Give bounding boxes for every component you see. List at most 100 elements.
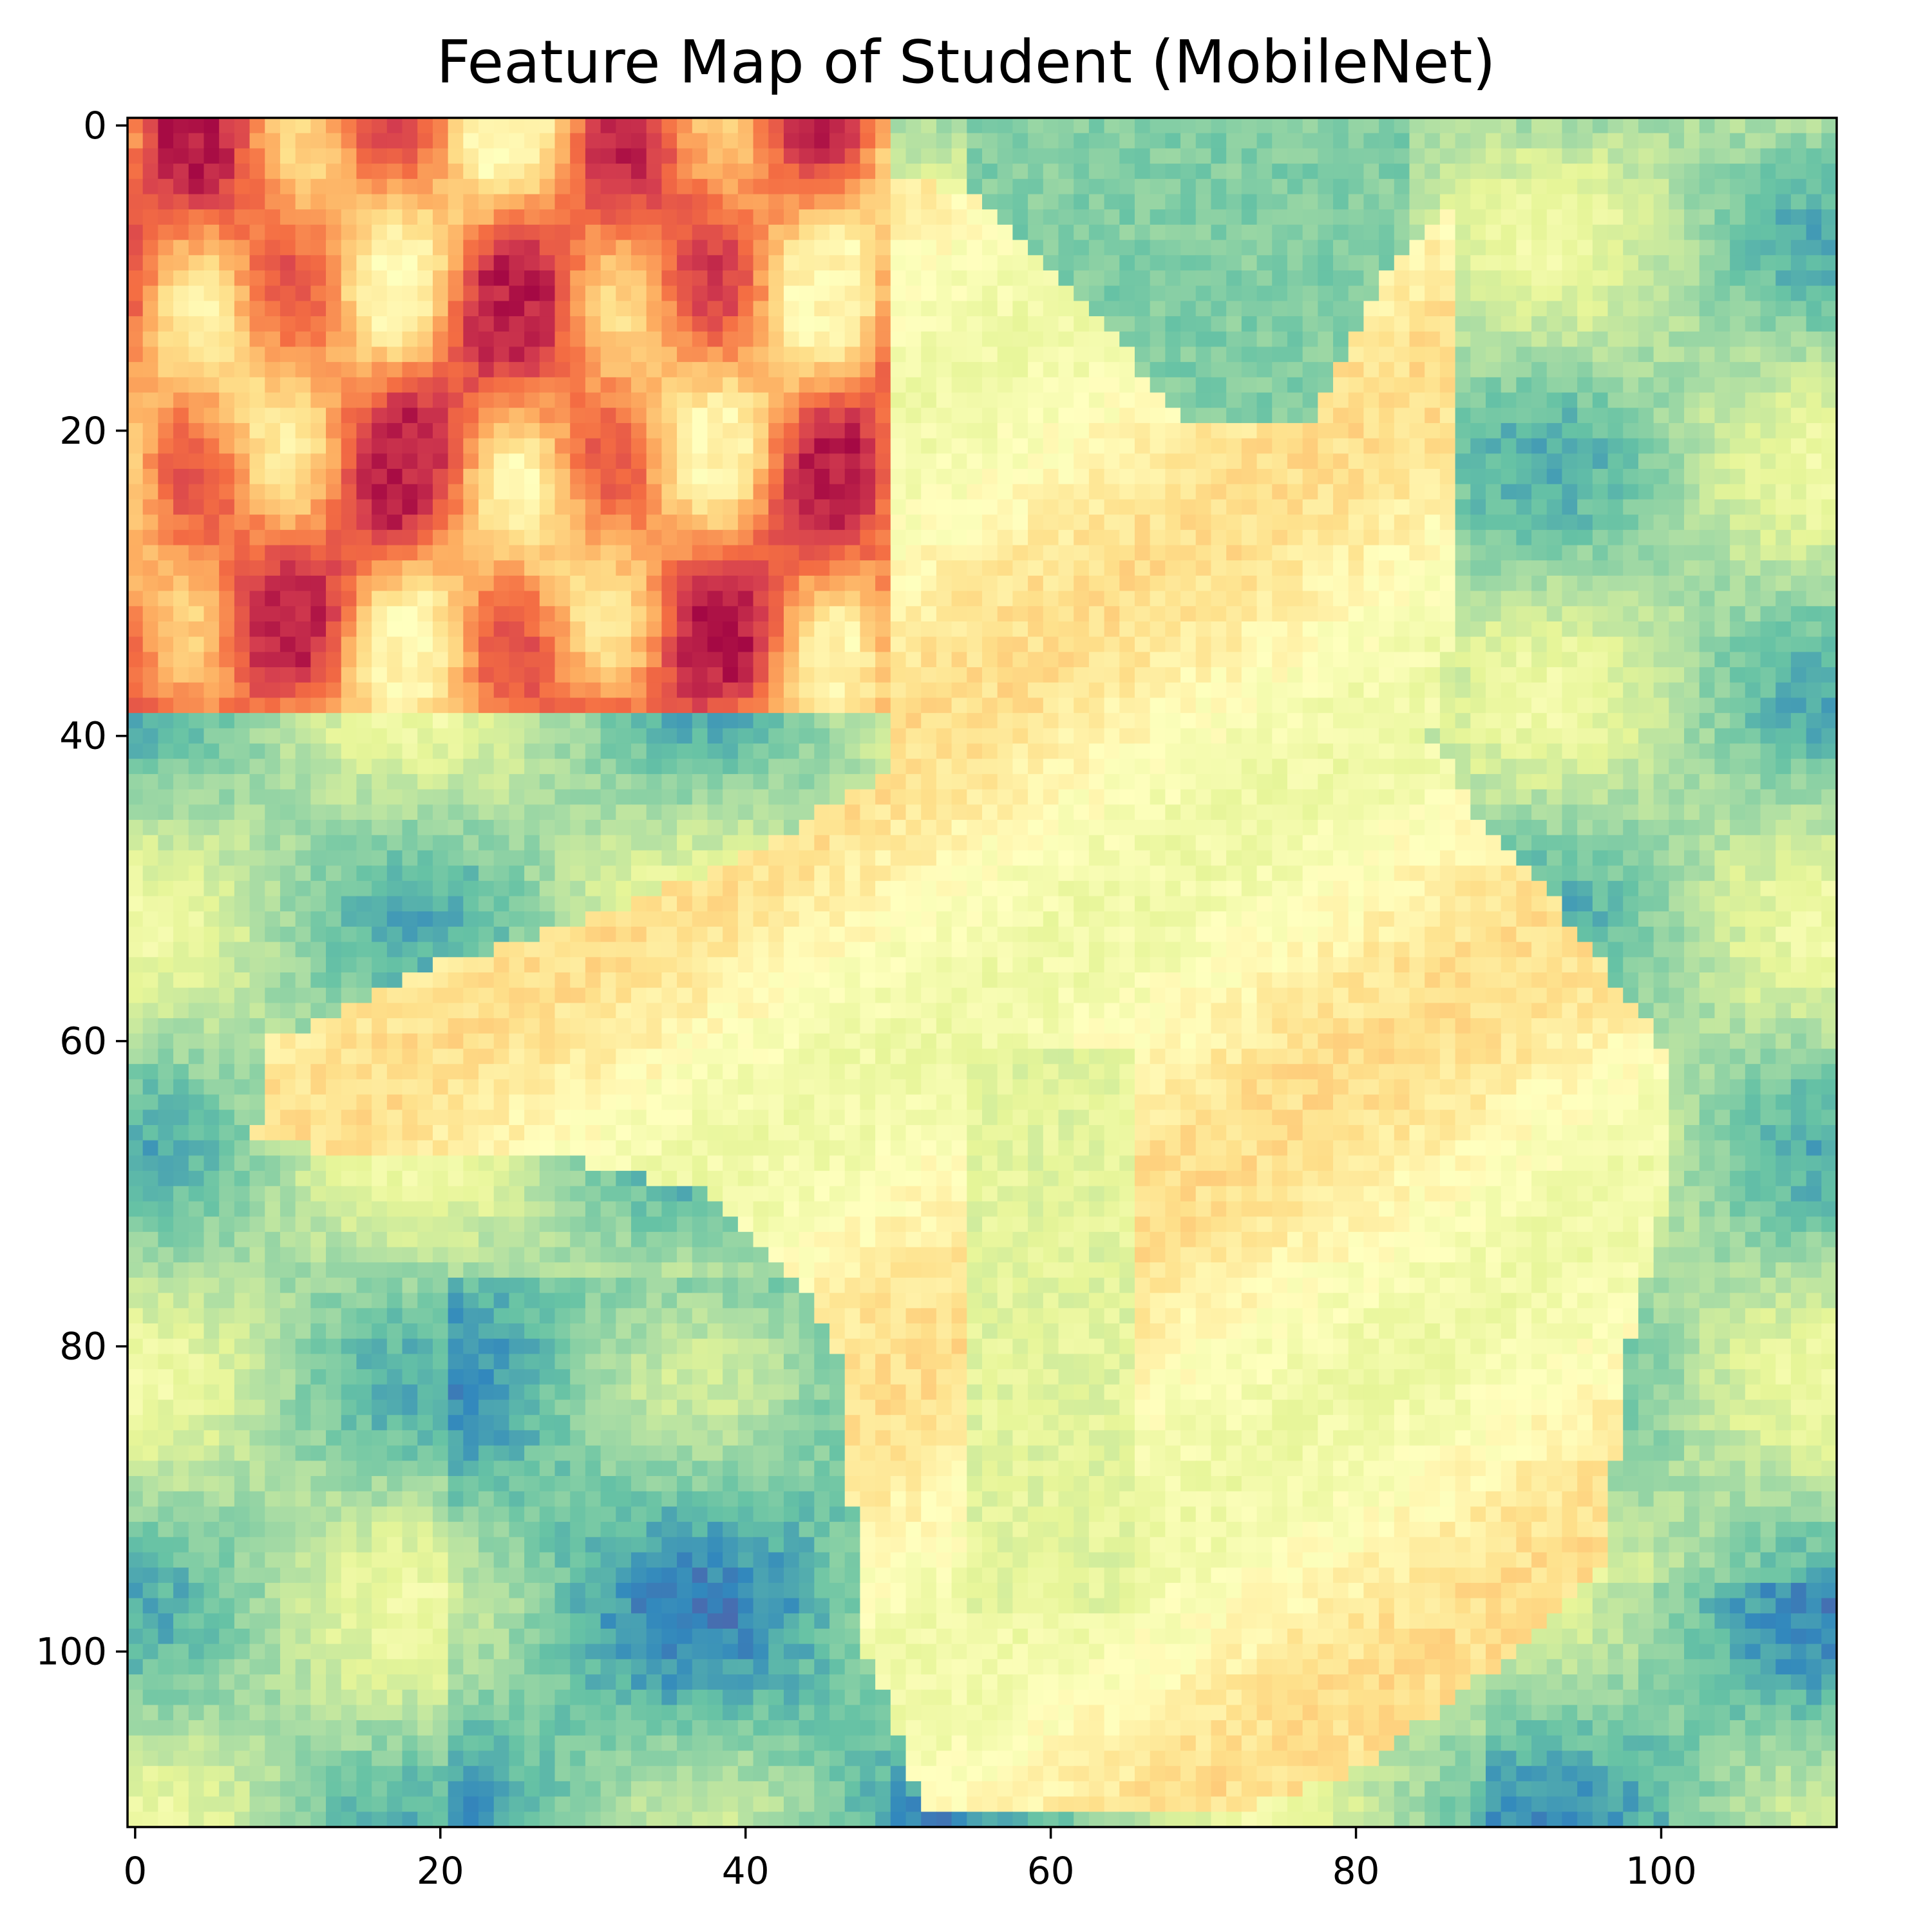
heatmap-cell <box>1256 515 1273 531</box>
heatmap-cell <box>463 499 479 515</box>
heatmap-cell <box>1256 346 1273 363</box>
heatmap-cell <box>1043 545 1059 561</box>
heatmap-cell <box>493 789 510 805</box>
heatmap-cell <box>554 178 571 195</box>
heatmap-cell <box>1134 422 1151 439</box>
heatmap-cell <box>1165 453 1181 469</box>
heatmap-cell <box>386 499 403 515</box>
heatmap-cell <box>875 515 891 531</box>
heatmap-cell <box>493 346 510 363</box>
heatmap-cell <box>1653 316 1669 332</box>
heatmap-cell <box>463 697 479 714</box>
heatmap-cell <box>158 301 174 317</box>
heatmap-cell <box>493 759 510 775</box>
heatmap-cell <box>1790 453 1807 469</box>
heatmap-cell <box>1272 224 1288 241</box>
heatmap-cell <box>799 224 815 241</box>
heatmap-cell <box>142 194 158 210</box>
heatmap-cell <box>905 133 922 149</box>
heatmap-cell <box>1272 636 1288 652</box>
heatmap-cell <box>1790 621 1807 638</box>
heatmap-cell <box>630 422 647 439</box>
heatmap-cell <box>1318 346 1334 363</box>
heatmap-cell <box>554 301 571 317</box>
heatmap-cell <box>1745 621 1761 638</box>
heatmap-cell <box>982 224 998 241</box>
heatmap-cell <box>1348 713 1365 729</box>
heatmap-cell <box>188 133 205 149</box>
heatmap-cell <box>204 209 220 225</box>
heatmap-cell <box>753 499 769 515</box>
heatmap-cell <box>1501 621 1517 638</box>
heatmap-cell <box>982 713 998 729</box>
heatmap-cell <box>768 270 784 287</box>
heatmap-cell <box>1287 316 1303 332</box>
heatmap-cell <box>692 606 708 622</box>
heatmap-cell <box>997 301 1013 317</box>
heatmap-cell <box>1699 270 1716 287</box>
heatmap-cell <box>1028 529 1044 546</box>
heatmap-cell <box>448 743 464 759</box>
heatmap-cell <box>432 667 449 683</box>
heatmap-cell <box>723 362 739 378</box>
heatmap-cell <box>1318 194 1334 210</box>
heatmap-cell <box>448 515 464 531</box>
heatmap-cell <box>768 515 784 531</box>
heatmap-cell <box>509 148 525 164</box>
heatmap-cell <box>875 164 891 180</box>
heatmap-cell <box>158 469 174 485</box>
heatmap-cell <box>1195 453 1212 469</box>
heatmap-cell <box>142 453 158 469</box>
heatmap-cell <box>1333 652 1349 668</box>
heatmap-cell <box>142 362 158 378</box>
heatmap-cell <box>661 392 677 408</box>
heatmap-cell <box>814 408 830 424</box>
heatmap-cell <box>1318 362 1334 378</box>
heatmap-cell <box>646 682 662 699</box>
heatmap-cell <box>1043 270 1059 287</box>
heatmap-cell <box>1455 301 1471 317</box>
heatmap-cell <box>1394 133 1410 149</box>
heatmap-cell <box>356 545 372 561</box>
heatmap-cell <box>1180 148 1197 164</box>
heatmap-cell <box>967 728 983 744</box>
heatmap-cell <box>1638 285 1654 301</box>
heatmap-cell <box>1043 453 1059 469</box>
heatmap-cell <box>1302 682 1318 699</box>
heatmap-cell <box>1379 469 1395 485</box>
heatmap-cell <box>829 773 846 790</box>
heatmap-cell <box>982 606 998 622</box>
heatmap-cell <box>128 194 144 210</box>
heatmap-cell <box>570 469 586 485</box>
heatmap-cell <box>1394 682 1410 699</box>
heatmap-cell <box>1256 392 1273 408</box>
heatmap-cell <box>1455 270 1471 287</box>
heatmap-cell <box>402 545 418 561</box>
heatmap-cell <box>386 728 403 744</box>
heatmap-cell <box>509 164 525 180</box>
heatmap-cell <box>1531 743 1548 759</box>
heatmap-cell <box>234 713 251 729</box>
heatmap-cell <box>1745 469 1761 485</box>
heatmap-cell <box>1119 133 1135 149</box>
heatmap-cell <box>1333 453 1349 469</box>
heatmap-cell <box>249 362 265 378</box>
heatmap-cell <box>1028 178 1044 195</box>
heatmap-cell <box>936 529 952 546</box>
heatmap-cell <box>554 377 571 393</box>
heatmap-cell <box>249 682 265 699</box>
heatmap-cell <box>905 255 922 271</box>
heatmap-cell <box>860 591 876 607</box>
heatmap-cell <box>417 285 433 301</box>
heatmap-cell <box>1516 759 1532 775</box>
heatmap-cell <box>570 484 586 500</box>
heatmap-cell <box>524 560 540 576</box>
heatmap-cell <box>539 575 556 592</box>
heatmap-cell <box>356 453 372 469</box>
heatmap-cell <box>936 621 952 638</box>
heatmap-cell <box>234 240 251 256</box>
heatmap-cell <box>997 515 1013 531</box>
heatmap-cell <box>279 270 296 287</box>
heatmap-cell <box>1058 346 1074 363</box>
heatmap-cell <box>829 560 846 576</box>
